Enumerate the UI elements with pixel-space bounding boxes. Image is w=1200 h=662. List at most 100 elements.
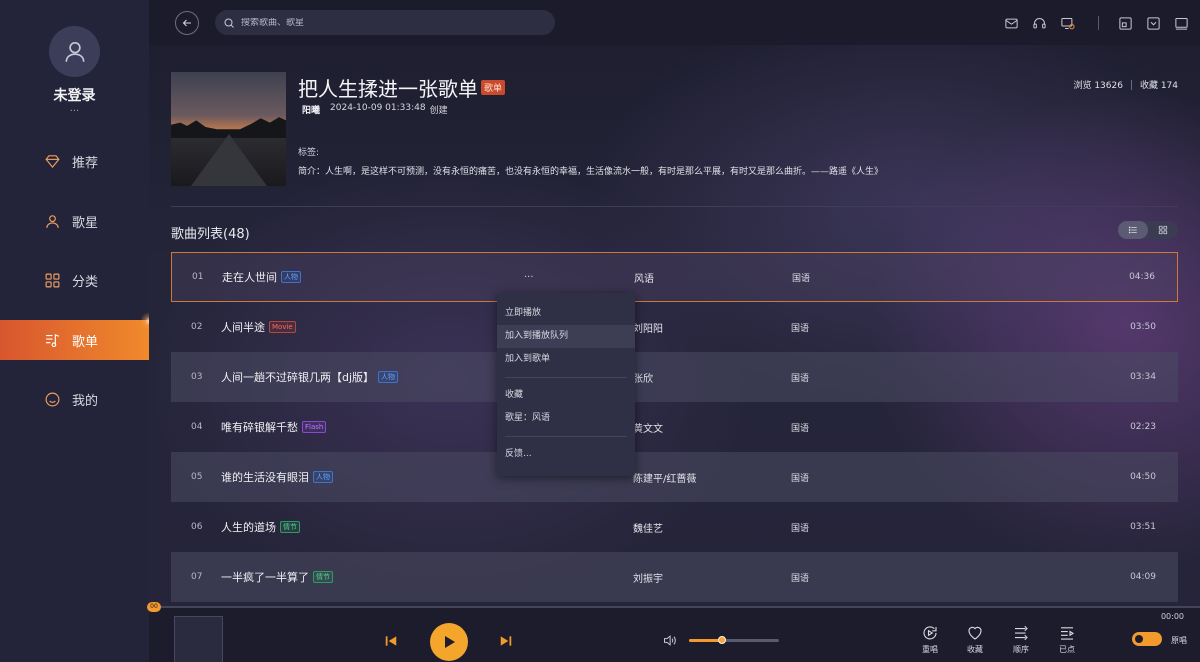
context-menu: 立即播放 加入到播放队列 加入到歌单 收藏 歌星：风语 反馈... <box>497 293 635 476</box>
song-duration: 03:34 <box>1130 372 1156 382</box>
search-input[interactable] <box>241 17 541 28</box>
song-tag: 人物 <box>378 371 399 383</box>
table-row[interactable]: 01 走在人世间 人物 ... 风语 国语 04:36 <box>171 252 1178 302</box>
minimize-icon[interactable] <box>1145 15 1161 31</box>
volume-knob[interactable] <box>718 636 727 644</box>
menu-item-play-now[interactable]: 立即播放 <box>497 302 635 325</box>
song-artist[interactable]: 张欣 <box>633 370 653 385</box>
sidebar-item-playlist[interactable]: 歌单 <box>0 320 149 360</box>
song-language: 国语 <box>791 323 810 334</box>
menu-item-favorite[interactable]: 收藏 <box>497 384 635 407</box>
favorite-button[interactable]: 收藏 <box>960 624 990 655</box>
play-icon <box>445 636 455 648</box>
song-language: 国语 <box>791 423 810 434</box>
table-row[interactable]: 02 人间半途 Movie 刘阳阳 国语 03:50 <box>171 302 1178 352</box>
song-title: 走在人世间 人物 <box>222 269 301 285</box>
song-title: 谁的生活没有眼泪 人物 <box>221 469 333 485</box>
song-duration: 03:51 <box>1130 522 1156 532</box>
song-title: 人间一趟不过碎银几两【dj版】 人物 <box>221 369 399 385</box>
song-number: 07 <box>191 572 203 582</box>
song-artist[interactable]: 刘振宇 <box>633 570 663 585</box>
grid-view-button[interactable] <box>1148 221 1178 239</box>
original-vocal-toggle[interactable] <box>1132 632 1162 646</box>
window-icon[interactable] <box>1173 15 1189 31</box>
song-tag: 情节 <box>280 521 300 533</box>
progress-knob[interactable]: 00 <box>147 602 161 612</box>
avatar[interactable] <box>49 26 100 77</box>
song-number: 02 <box>191 322 203 332</box>
menu-item-add-to-playlist[interactable]: 加入到歌单 <box>497 348 635 371</box>
back-button[interactable] <box>175 11 199 35</box>
playlist-meta: 阳曦 2024-10-09 01:33:48 创建 <box>302 103 448 116</box>
song-title: 唯有碎银解千愁 Flash <box>221 419 327 435</box>
original-vocal-label: 原唱 <box>1171 636 1187 645</box>
playlist-created-suffix: 创建 <box>429 106 448 116</box>
song-language: 国语 <box>792 273 811 284</box>
song-artist[interactable]: 陈建平/红蔷薇 <box>633 470 696 485</box>
table-row[interactable]: 06 人生的道场 情节 魏佳艺 国语 03:51 <box>171 502 1178 552</box>
song-artist[interactable]: 魏佳艺 <box>633 520 663 535</box>
menu-item-singer[interactable]: 歌星：风语 <box>497 407 635 430</box>
song-duration: 04:50 <box>1130 472 1156 482</box>
sidebar-item-category[interactable]: 分类 <box>0 260 149 300</box>
song-artist[interactable]: 刘阳阳 <box>633 320 663 335</box>
next-button[interactable] <box>498 633 514 649</box>
volume-button[interactable] <box>661 632 677 648</box>
song-number: 04 <box>191 422 203 432</box>
mail-icon[interactable] <box>1003 15 1019 31</box>
playlist-title: 把人生揉进一张歌单 歌单 <box>298 73 506 102</box>
song-title-text: 人间一趟不过碎银几两【dj版】 <box>221 371 375 384</box>
diamond-icon <box>44 153 61 170</box>
top-bar <box>149 0 1200 45</box>
menu-item-feedback[interactable]: 反馈... <box>497 443 635 466</box>
volume-slider[interactable] <box>689 636 779 644</box>
sidebar-item-singers[interactable]: 歌星 <box>0 201 149 241</box>
table-row[interactable]: 05 谁的生活没有眼泪 人物 陈建平/红蔷薇 国语 04:50 <box>171 452 1178 502</box>
sidebar-item-recommend[interactable]: 推荐 <box>0 141 149 181</box>
previous-button[interactable] <box>383 633 399 649</box>
song-language: 国语 <box>791 523 810 534</box>
more-button[interactable]: ... <box>524 269 534 280</box>
list-view-button[interactable] <box>1118 221 1148 239</box>
table-row[interactable]: 04 唯有碎银解千愁 Flash 黄文文 国语 02:23 <box>171 402 1178 452</box>
sidebar-item-mine[interactable]: 我的 <box>0 379 149 419</box>
menu-divider <box>505 377 627 378</box>
play-order-label: 顺序 <box>1013 645 1029 654</box>
replay-label: 重唱 <box>922 645 938 654</box>
song-title-text: 人生的道场 <box>221 521 276 534</box>
song-duration: 03:50 <box>1130 322 1156 332</box>
user-sub: ... <box>69 103 80 114</box>
queue-button[interactable]: 已点 <box>1052 624 1082 655</box>
sidebar: 未登录 ... 推荐 歌星 分类 歌单 我的 <box>0 0 158 662</box>
previous-icon <box>385 636 397 646</box>
user-name[interactable]: 未登录 <box>0 85 149 105</box>
table-row[interactable]: 03 人间一趟不过碎银几两【dj版】 人物 张欣 国语 03:34 <box>171 352 1178 402</box>
view-toggle <box>1118 221 1178 239</box>
play-order-button[interactable]: 顺序 <box>1006 624 1036 655</box>
favorite-label: 收藏 <box>967 645 983 654</box>
playlist-creator[interactable]: 阳曦 <box>302 103 320 116</box>
image-icon[interactable] <box>1117 15 1133 31</box>
views-count: 浏览 13626 <box>1073 81 1123 91</box>
tags-label: 标签: <box>298 148 320 158</box>
progress-bar[interactable]: 00 <box>147 602 1200 612</box>
sidebar-item-label: 歌单 <box>72 334 99 350</box>
replay-button[interactable]: 重唱 <box>915 624 945 655</box>
screen-alert-icon[interactable] <box>1059 15 1075 31</box>
song-artist[interactable]: 黄文文 <box>633 420 663 435</box>
play-button[interactable] <box>430 623 468 661</box>
replay-icon <box>923 626 937 640</box>
sidebar-item-label: 分类 <box>72 274 99 290</box>
song-tag: Flash <box>302 421 327 433</box>
table-row[interactable]: 07 一半疯了一半算了 情节 刘振宇 国语 04:09 <box>171 552 1178 602</box>
song-number: 01 <box>192 272 204 282</box>
now-playing-cover[interactable] <box>174 616 223 662</box>
song-duration: 04:36 <box>1129 272 1155 282</box>
search-bar[interactable] <box>215 10 555 35</box>
favorites-count: 收藏 174 <box>1139 81 1178 91</box>
section-divider <box>171 206 1178 207</box>
headset-icon[interactable] <box>1031 15 1047 31</box>
song-artist[interactable]: 风语 <box>634 270 654 285</box>
menu-item-add-to-queue[interactable]: 加入到播放队列 <box>497 325 635 348</box>
queue-icon <box>1061 627 1075 640</box>
